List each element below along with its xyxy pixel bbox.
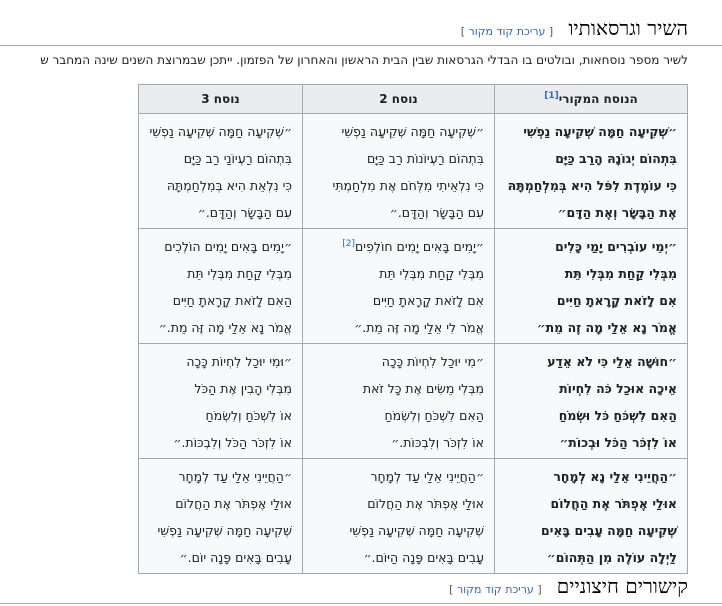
verse-line: מִבְּלִי קַחַת מִבְּלִי תֵּת	[187, 266, 292, 281]
header-version-2: נוסח 2	[302, 84, 495, 114]
verse-line: ״וּמִי יוּכַל לִחְיוֹת כָּכָה	[186, 354, 292, 369]
cell-version-2: ״הַחֲיֵינִי אֵלַי עַד לְמָחָר אוּלַי אֶפ…	[302, 458, 495, 574]
verse-line: אִם לָזֹאת קָרָאתָ חַיִּים	[556, 293, 677, 308]
verse-line: הַאִם לִשְׁכֹּחַ וְלִשְׂמֹחַ	[384, 408, 484, 423]
verse-line: הַאִם לִשְׁכֹּחַ כֹּל וּשְׂמֹחַ	[558, 408, 677, 423]
verse-line: ״שְׁקִיעָה חַמָּה שְׁקִיעָה נַפְשִׁי	[523, 124, 677, 139]
verse-line: ״הַחֲיֵינִי אֵלַי עַד לְמָחָר	[370, 469, 484, 484]
verse-line: ״הַחֲיֵינִי אֵלַי עַד לְמָחָר	[178, 469, 292, 484]
verse-line: ״יְמֵי עוֹבְרִים יָמַי כָּלִים	[555, 239, 677, 254]
verse-line: אֶת הַבָּשָׂר וְאֶת הַדָּם״	[557, 205, 677, 220]
section-title: קישורים חיצוניים	[556, 574, 688, 598]
cell-version-2: ״יָמִים בָּאִים יָמִים חוֹלְפִים[2] מִבְ…	[302, 228, 495, 344]
intro-paragraph: לשיר מספר נוסחאות, ובולטים בו הבדלי הגרס…	[40, 53, 688, 67]
section-heading-song: השיר וגרסאותיו [ עריכת קוד מקור ]	[0, 16, 722, 46]
verse-line: מִבְּלִי מֵשִׂים אֶת כָּל זֹאת	[362, 381, 484, 396]
section-title: השיר וגרסאותיו	[568, 16, 688, 40]
verse-line: כִּי נִלְאֵת הִיא בְּמִלְחַמְתָּהּ	[166, 178, 292, 193]
verse-line: עִם הַבָּשָׂר וְהַדָּם.״	[197, 205, 292, 220]
verse-line: בִּתְהוֹם רַעְיוֹנוֹת רַב כַּיָּם	[366, 151, 484, 166]
table-row: ״חוּשָׁה אֵלַי כִּי לֹא אֵדַע אֵיכָה אוּ…	[138, 343, 688, 459]
verse-line: בִּתְהוֹם יְגוֹנָהּ הָרַב כַּיָּם	[555, 151, 677, 166]
header-original: הנוסח המקורי[1]	[494, 84, 688, 114]
cell-version-3: ״הַחֲיֵינִי אֵלַי עַד לְמָחָר אוּלַי אֶפ…	[138, 458, 303, 574]
cell-version-3: ״וּמִי יוּכַל לִחְיוֹת כָּכָה מִבְּלִי ה…	[138, 343, 303, 459]
cell-original: ״שְׁקִיעָה חַמָּה שְׁקִיעָה נַפְשִׁי בִּ…	[494, 113, 688, 229]
verse-line: אוֹ לִזְכֹּר וְלִבְכּוֹת.״	[391, 435, 484, 450]
verse-line: בִּתְהוֹם רַעְיוֹנַי רַב כַּיָּם	[183, 151, 292, 166]
cell-original: ״חוּשָׁה אֵלַי כִּי לֹא אֵדַע אֵיכָה אוּ…	[494, 343, 688, 459]
verse-line: אֱמֹר לִי אֵלַי מָה זֶּה מֵת.״	[354, 320, 484, 335]
verse-line: אוּלַי אֶפְתֹּר אֶת הַחֲלוֹם	[367, 496, 484, 511]
verse-line: מִבְּלִי הָבִין אֶת הַכֹּל	[194, 381, 292, 396]
verse-line: ״יָמִים בָּאִים יָמִים הוֹלְכִים	[164, 239, 292, 254]
verse-line: אֵיכָה אוּכַל כֹּה לִחְיוֹת	[559, 381, 677, 396]
verse-line: שְׁקִיעָה חַמָּה שְׁקִיעָה נַפְשִׁי	[349, 523, 484, 538]
reference-link[interactable]: [2]	[342, 239, 355, 249]
verse-line: ״שְׁקִיעָה חַמָּה שְׁקִיעָה נַפְשִׁי	[341, 124, 484, 139]
verse-line: אוּלַי אֶפְתֹּר אֶת הַחֲלוֹם	[175, 496, 292, 511]
verse-line: אוּלַי אֶפְתֹּר אֶת הַחֲלוֹם	[550, 496, 677, 511]
verse-line: ״יָמִים בָּאִים יָמִים חוֹלְפִים[2]	[342, 238, 484, 254]
cell-original: ״יְמֵי עוֹבְרִים יָמַי כָּלִים מִבְּלִי …	[494, 228, 688, 344]
verse-line: מִבְּלִי קַחַת מִבְּלִי תֵּת	[379, 266, 484, 281]
table-header-row: הנוסח המקורי[1] נוסח 2 נוסח 3	[138, 84, 688, 114]
verse-line: עָבִים בָּאִים פָּנָה הַיּוֹם.״	[363, 550, 484, 565]
verse-line: שְׁקִיעָה חַמָּה שְׁקִיעָה נַפְשִׁי	[157, 523, 292, 538]
verse-line: עָבִים בָּאִים פָּנָה יוֹם.״	[179, 550, 292, 565]
verse-line: ״חוּשָׁה אֵלַי כִּי לֹא אֵדַע	[547, 354, 677, 369]
verse-line: ״שְׁקִיעָה חַמָּה שְׁקִיעָה נַפְשִׁי	[149, 124, 292, 139]
verse-line: אֱמֹר נָא אֵלַי מָה זֶּה מֵת.״	[158, 320, 292, 335]
verse-line: הַאִם לָזֹאת קָרָאתָ חַיִּים	[172, 293, 292, 308]
verse-line: ״מִי יוּכַל לִחְיוֹת כָּכָה	[381, 354, 484, 369]
verse-line: אֱמֹר נָא אֵלַי מָה זֶה מֵת״	[536, 320, 677, 335]
verse-line: כִּי נִלְאֵיתִי מִלְּחֹם אֶת מִלְחַמְתִּ…	[332, 178, 484, 193]
verse-line: אוֹ לִזְכֹּר הַכֹּל וּבְכוֹת״	[559, 435, 677, 450]
edit-source-link[interactable]: עריכת קוד מקור	[469, 25, 546, 38]
verse-line: כִּי עוֹמֶדֶת לִפֹּל הִיא בְּמִלְחַמְתָּ…	[507, 178, 677, 193]
cell-version-3: ״יָמִים בָּאִים יָמִים הוֹלְכִים מִבְּלִ…	[138, 228, 303, 344]
edit-section-link-wrapper: [ עריכת קוד מקור ]	[460, 25, 554, 38]
header-version-3: נוסח 3	[138, 84, 303, 114]
cell-version-2: ״מִי יוּכַל לִחְיוֹת כָּכָה מִבְּלִי מֵש…	[302, 343, 495, 459]
verse-line: עִם הַבָּשָׂר וְהַדָּם.״	[389, 205, 484, 220]
cell-version-2: ״שְׁקִיעָה חַמָּה שְׁקִיעָה נַפְשִׁי בִּ…	[302, 113, 495, 229]
cell-original: ״הַחֲיֵינִי אֵלַי נָא לְמָחָר אוּלַי אֶפ…	[494, 458, 688, 574]
table-row: ״יְמֵי עוֹבְרִים יָמַי כָּלִים מִבְּלִי …	[138, 228, 688, 344]
cell-version-3: ״שְׁקִיעָה חַמָּה שְׁקִיעָה נַפְשִׁי בִּ…	[138, 113, 303, 229]
edit-section-link-wrapper: [ עריכת קוד מקור ]	[449, 583, 542, 596]
verse-line: שְׁקִיעָה חַמָּה עָבִים בָּאִים	[541, 523, 677, 538]
edit-source-link[interactable]: עריכת קוד מקור	[457, 583, 534, 596]
verse-line: מִבְּלִי קַחַת מִבְּלִי תֵּת	[564, 266, 677, 281]
verse-line: לַיְלָה עוֹלֶה מִן הַתְּהוֹם״	[546, 550, 677, 565]
section-heading-external-links: קישורים חיצוניים [ עריכת קוד מקור ]	[0, 574, 722, 604]
table-row: ״שְׁקִיעָה חַמָּה שְׁקִיעָה נַפְשִׁי בִּ…	[138, 113, 688, 229]
lyrics-table: הנוסח המקורי[1] נוסח 2 נוסח 3 ״שְׁקִיעָה…	[138, 84, 688, 574]
verse-line: אוֹ לִזְכֹּר הַכֹּל וְלִבְכּוֹת.״	[173, 435, 292, 450]
reference-link[interactable]: [1]	[544, 91, 559, 101]
verse-line: אוֹ לִשְׁכֹּחַ וְלִשְׂמֹחַ	[205, 408, 292, 423]
verse-line: ״הַחֲיֵינִי אֵלַי נָא לְמָחָר	[553, 469, 677, 484]
verse-line: אִם לָזֹאת קָרָאתָ חַיִּים	[372, 293, 484, 308]
table-row: ״הַחֲיֵינִי אֵלַי נָא לְמָחָר אוּלַי אֶפ…	[138, 458, 688, 574]
